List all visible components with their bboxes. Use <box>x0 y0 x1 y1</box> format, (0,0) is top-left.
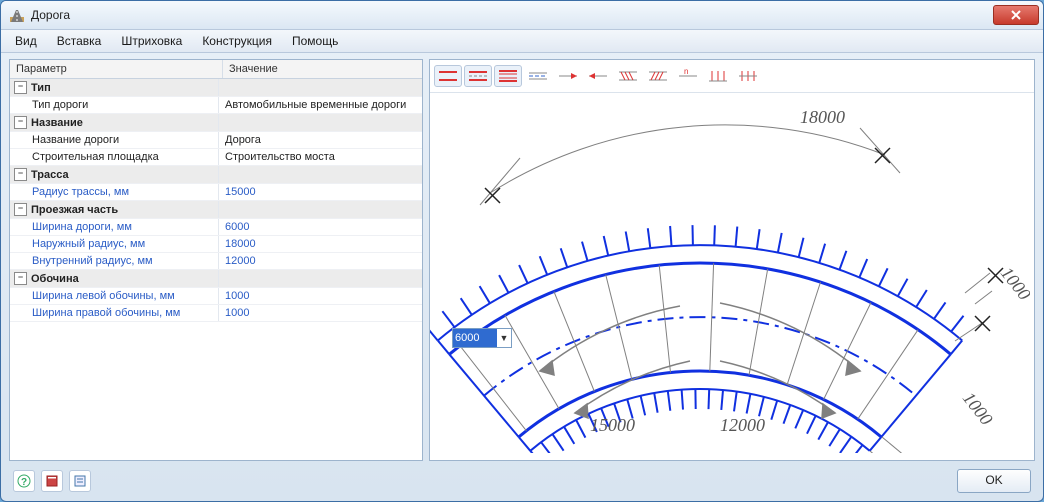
tool-style-10[interactable] <box>704 65 732 87</box>
dimension-combo[interactable]: 6000 ▼ <box>452 328 512 348</box>
dim-12000: 12000 <box>720 415 765 435</box>
notes-button[interactable] <box>69 470 91 492</box>
preview-toolbar: n <box>430 60 1034 93</box>
dim-1000-bottom: 1000 <box>959 388 997 429</box>
propgrid-row[interactable]: Строительная площадкаСтроительство моста <box>10 149 422 166</box>
svg-text:n: n <box>684 69 688 76</box>
close-icon <box>1011 10 1021 20</box>
preview-canvas[interactable]: 18000 1000 1000 15000 12000 6000 ▼ <box>430 93 1034 460</box>
tool-style-6[interactable] <box>584 65 612 87</box>
dialog-window: Дорога Вид Вставка Штриховка Конструкция… <box>0 0 1044 502</box>
propgrid-row[interactable]: Ширина левой обочины, мм1000 <box>10 288 422 305</box>
menu-constr[interactable]: Конструкция <box>192 32 282 50</box>
propgrid-group[interactable]: −Тип <box>10 79 422 97</box>
book-icon <box>45 474 59 488</box>
dimension-combo-value: 6000 <box>453 329 497 347</box>
dim-15000: 15000 <box>590 415 635 435</box>
property-grid: Параметр Значение −ТипТип дорогиАвтомоби… <box>9 59 423 461</box>
propgrid-row[interactable]: Ширина правой обочины, мм1000 <box>10 305 422 322</box>
propgrid-group[interactable]: −Проезжая часть <box>10 201 422 219</box>
titlebar: Дорога <box>1 1 1043 30</box>
propgrid-row[interactable]: Ширина дороги, мм6000 <box>10 219 422 236</box>
note-icon <box>73 474 87 488</box>
tool-style-7[interactable] <box>614 65 642 87</box>
menubar: Вид Вставка Штриховка Конструкция Помощь <box>1 30 1043 53</box>
bottom-bar: ? OK <box>9 467 1035 495</box>
propgrid-body: −ТипТип дорогиАвтомобильные временные до… <box>10 79 422 460</box>
menu-view[interactable]: Вид <box>5 32 47 50</box>
collapse-icon: − <box>14 272 27 285</box>
tool-style-11[interactable] <box>734 65 762 87</box>
menu-insert[interactable]: Вставка <box>47 32 112 50</box>
propgrid-group[interactable]: −Трасса <box>10 166 422 184</box>
tool-style-2[interactable] <box>464 65 492 87</box>
tool-style-3[interactable] <box>494 65 522 87</box>
client-area: Параметр Значение −ТипТип дорогиАвтомоби… <box>1 53 1043 501</box>
help-icon: ? <box>17 474 31 488</box>
collapse-icon: − <box>14 168 27 181</box>
propgrid-header-value: Значение <box>223 60 422 78</box>
close-button[interactable] <box>993 5 1039 25</box>
collapse-icon: − <box>14 116 27 129</box>
road-drawing: 18000 1000 1000 15000 12000 <box>430 93 1030 453</box>
tool-style-8[interactable] <box>644 65 672 87</box>
dim-18000: 18000 <box>800 107 845 127</box>
app-road-icon <box>9 7 25 23</box>
preview-panel: n <box>429 59 1035 461</box>
tool-style-9[interactable]: n <box>674 65 702 87</box>
svg-text:?: ? <box>21 477 27 488</box>
tool-style-5[interactable] <box>554 65 582 87</box>
collapse-icon: − <box>14 81 27 94</box>
propgrid-header-param: Параметр <box>10 60 223 78</box>
propgrid-row[interactable]: Радиус трассы, мм15000 <box>10 184 422 201</box>
window-title: Дорога <box>31 8 993 22</box>
tool-style-4[interactable] <box>524 65 552 87</box>
chevron-down-icon: ▼ <box>497 333 511 343</box>
tool-style-1[interactable] <box>434 65 462 87</box>
propgrid-row[interactable]: Наружный радиус, мм18000 <box>10 236 422 253</box>
menu-hatch[interactable]: Штриховка <box>111 32 192 50</box>
menu-help[interactable]: Помощь <box>282 32 348 50</box>
propgrid-row[interactable]: Внутренний радиус, мм12000 <box>10 253 422 270</box>
ok-button[interactable]: OK <box>957 469 1031 493</box>
propgrid-row[interactable]: Название дорогиДорога <box>10 132 422 149</box>
collapse-icon: − <box>14 203 27 216</box>
help-button[interactable]: ? <box>13 470 35 492</box>
manual-button[interactable] <box>41 470 63 492</box>
propgrid-row[interactable]: Тип дорогиАвтомобильные временные дороги <box>10 97 422 114</box>
propgrid-group[interactable]: −Обочина <box>10 270 422 288</box>
propgrid-header: Параметр Значение <box>10 60 422 79</box>
propgrid-group[interactable]: −Название <box>10 114 422 132</box>
